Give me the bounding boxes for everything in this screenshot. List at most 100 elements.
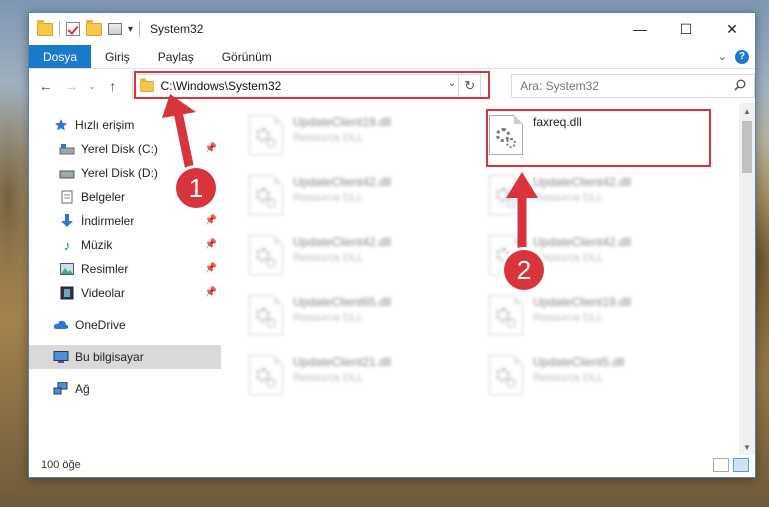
- file-list: UpdateClient19.dll Resource DLL UpdateCli…: [221, 103, 755, 455]
- tab-view[interactable]: Görünüm: [208, 45, 286, 68]
- file-name: UpdateClient19.dll: [533, 295, 632, 309]
- ribbon-expand-chevron-icon[interactable]: ⌄: [718, 50, 727, 63]
- sidebar-item-label: Resimler: [81, 262, 129, 276]
- navigation-pane: Hızlı erişim Yerel Disk (C:) 📌 Yerel Dis…: [29, 103, 221, 455]
- folder-icon: [139, 77, 154, 92]
- pin-icon[interactable]: 📌: [205, 239, 217, 250]
- address-dropdown-chevron-icon[interactable]: ⌄: [448, 78, 456, 89]
- sidebar-item-onedrive[interactable]: OneDrive: [29, 313, 221, 337]
- quick-access-toolbar: ▾: [37, 19, 141, 37]
- search-icon[interactable]: [734, 79, 746, 91]
- large-icons-view-icon[interactable]: [733, 458, 749, 472]
- close-button[interactable]: ✕: [709, 13, 755, 45]
- sidebar-item-pictures[interactable]: Resimler 📌: [29, 257, 221, 281]
- file-name: UpdateClient42.dll: [533, 175, 632, 189]
- sidebar-item-label: Belgeler: [81, 190, 126, 204]
- file-item[interactable]: UpdateClient5.dll Resource DLL: [489, 353, 721, 409]
- file-type: Resource DLL: [293, 372, 364, 384]
- toolbar-separator: [139, 21, 141, 37]
- dll-file-icon: [249, 235, 283, 275]
- download-arrow-icon: [59, 213, 75, 229]
- sidebar-item-local-disk-c[interactable]: Yerel Disk (C:) 📌: [29, 137, 221, 161]
- sidebar-item-label: Ağ: [75, 382, 90, 396]
- scroll-up-arrow-icon[interactable]: ▲: [739, 103, 755, 119]
- new-folder-icon[interactable]: [86, 19, 102, 36]
- pin-icon[interactable]: 📌: [205, 287, 217, 298]
- customize-icon[interactable]: [108, 23, 122, 35]
- tab-file[interactable]: Dosya: [29, 45, 92, 68]
- sidebar-item-videos[interactable]: Videolar 📌: [29, 281, 221, 305]
- file-type: Resource DLL: [533, 372, 604, 384]
- file-type: Resource DLL: [533, 312, 604, 324]
- sidebar-item-quick-access[interactable]: Hızlı erişim: [29, 113, 221, 137]
- maximize-button[interactable]: ☐: [663, 13, 709, 45]
- help-icon[interactable]: ?: [735, 49, 749, 64]
- refresh-icon[interactable]: ↻: [458, 75, 480, 97]
- dll-file-icon: [489, 355, 523, 395]
- dll-file-icon: [249, 115, 283, 155]
- file-item[interactable]: UpdateClient65.dll Resource DLL: [249, 293, 481, 349]
- file-name: UpdateClient5.dll: [533, 355, 625, 369]
- sidebar-item-downloads[interactable]: İndirmeler 📌: [29, 209, 221, 233]
- pin-icon[interactable]: 📌: [205, 263, 217, 274]
- navigation-bar: ← → ⌄ ↑ C:\Windows\System32 ⌄ ↻: [29, 69, 755, 103]
- dll-file-icon: [489, 175, 523, 215]
- sidebar-item-label: Hızlı erişim: [75, 118, 135, 132]
- file-name: UpdateClient42.dll: [293, 235, 392, 249]
- explorer-window: ▾ System32 — ☐ ✕ Dosya Giriş Paylaş Görü…: [28, 12, 756, 478]
- cloud-icon: [53, 317, 69, 333]
- file-item[interactable]: UpdateClient19.dll Resource DLL: [489, 293, 721, 349]
- scroll-thumb[interactable]: [742, 121, 752, 173]
- ribbon-tabs: Dosya Giriş Paylaş Görünüm ⌄ ?: [29, 45, 755, 69]
- tab-share[interactable]: Paylaş: [144, 45, 208, 68]
- file-item[interactable]: UpdateClient19.dll Resource DLL: [249, 113, 481, 169]
- dll-file-icon: [489, 115, 523, 155]
- address-bar[interactable]: C:\Windows\System32 ⌄ ↻: [131, 74, 482, 98]
- sidebar-item-this-pc[interactable]: Bu bilgisayar: [29, 345, 221, 369]
- back-button[interactable]: ←: [35, 75, 57, 97]
- pin-icon[interactable]: 📌: [205, 215, 217, 226]
- search-input[interactable]: [520, 79, 731, 93]
- callout-one: 1: [176, 168, 216, 208]
- toolbar-separator: [59, 21, 60, 37]
- file-name: UpdateClient65.dll: [293, 295, 392, 309]
- item-count: 100 öğe: [41, 459, 81, 471]
- sidebar-item-label: Müzik: [81, 238, 113, 252]
- address-path[interactable]: C:\Windows\System32: [161, 79, 282, 93]
- file-name: UpdateClient42.dll: [533, 235, 632, 249]
- minimize-button[interactable]: —: [617, 13, 663, 45]
- file-item[interactable]: UpdateClient21.dll Resource DLL: [249, 353, 481, 409]
- vertical-scrollbar[interactable]: ▲ ▼: [739, 103, 755, 455]
- sidebar-item-music[interactable]: ♪ Müzik 📌: [29, 233, 221, 257]
- file-name: UpdateClient19.dll: [293, 115, 392, 129]
- search-box[interactable]: [511, 74, 755, 98]
- status-bar: 100 öğe: [29, 453, 755, 477]
- properties-check-icon[interactable]: [66, 22, 80, 36]
- file-item[interactable]: UpdateClient42.dll Resource DLL: [489, 173, 721, 229]
- sidebar-item-label: İndirmeler: [81, 214, 135, 228]
- drive-icon: [59, 141, 75, 157]
- forward-button[interactable]: →: [61, 75, 83, 97]
- chevron-down-icon[interactable]: ▾: [128, 24, 133, 35]
- star-icon: [53, 117, 69, 133]
- music-note-icon: ♪: [63, 237, 71, 253]
- file-type: Resource DLL: [293, 312, 364, 324]
- tab-home[interactable]: Giriş: [91, 45, 144, 68]
- file-item-faxreq[interactable]: faxreq.dll: [489, 113, 721, 169]
- callout-two: 2: [504, 250, 544, 290]
- dll-file-icon: [489, 295, 523, 335]
- recent-locations-chevron-icon[interactable]: ⌄: [86, 81, 98, 92]
- picture-icon: [59, 261, 75, 277]
- folder-icon: [37, 19, 53, 36]
- details-view-icon[interactable]: [713, 458, 729, 472]
- sidebar-item-network[interactable]: Ağ: [29, 377, 221, 401]
- up-button[interactable]: ↑: [102, 75, 124, 97]
- file-type: Resource DLL: [533, 192, 604, 204]
- file-item[interactable]: UpdateClient42.dll Resource DLL: [249, 233, 481, 289]
- sidebar-item-label: Videolar: [81, 286, 125, 300]
- file-name: UpdateClient42.dll: [293, 175, 392, 189]
- pin-icon[interactable]: 📌: [205, 143, 217, 154]
- file-item[interactable]: UpdateClient42.dll Resource DLL: [249, 173, 481, 229]
- sidebar-item-label: OneDrive: [75, 318, 126, 332]
- main-area: Hızlı erişim Yerel Disk (C:) 📌 Yerel Dis…: [29, 103, 755, 455]
